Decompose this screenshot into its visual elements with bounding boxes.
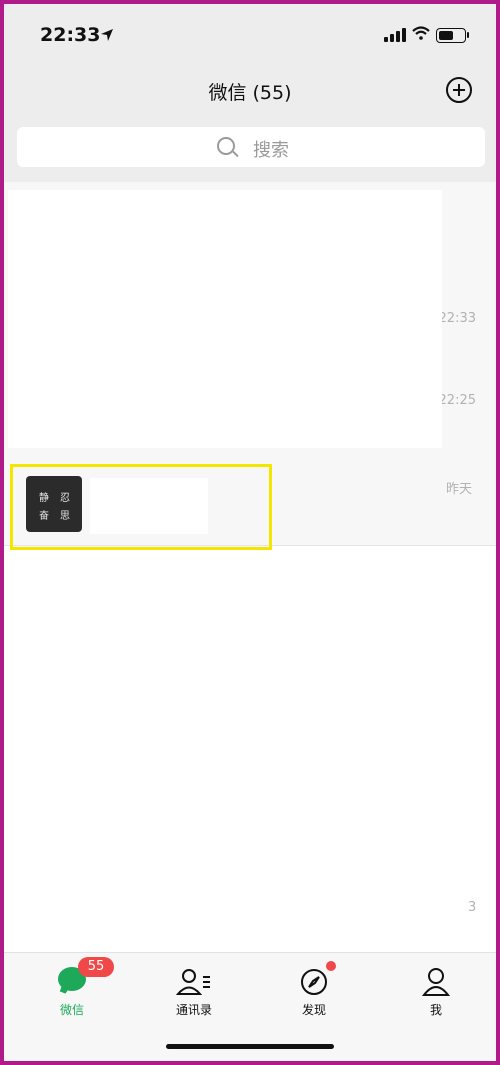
discover-dot	[326, 961, 336, 971]
status-bar: 22:33	[4, 4, 496, 64]
chat-row-time: 3	[468, 900, 477, 915]
search-icon	[217, 137, 235, 155]
battery-tip	[467, 32, 469, 38]
status-time: 22:33	[40, 24, 101, 46]
avatar-char: 奋	[39, 511, 49, 522]
signal-icon	[384, 28, 406, 42]
page-title: 微信 (55)	[208, 82, 292, 104]
home-indicator	[166, 1044, 334, 1049]
add-plus-icon[interactable]	[446, 77, 472, 103]
avatar-char: 思	[60, 511, 70, 522]
tab-label: 微信	[59, 1003, 84, 1017]
location-arrow-icon	[101, 29, 113, 41]
top-navbar: 微信 (55)	[4, 64, 496, 120]
chat-list: 22:33 22:25	[4, 182, 496, 952]
redacted-name	[90, 478, 208, 534]
tab-label: 通讯录	[175, 1003, 212, 1017]
avatar-char: 忍	[60, 493, 70, 504]
chat-row-time: 22:33	[438, 311, 476, 326]
avatar[interactable]: 静 忍 奋 思	[26, 476, 82, 532]
profile-icon	[421, 968, 451, 996]
phone-frame: 22:33 微信 (55) 搜索 22:33 22:25 静 忍 奋 思 昨天 …	[0, 0, 500, 1065]
search-input[interactable]: 搜索	[17, 127, 485, 167]
redacted-block	[8, 190, 442, 448]
battery-icon	[436, 28, 466, 43]
search-area: 搜索	[4, 120, 496, 182]
unread-badge: 55	[78, 957, 114, 977]
chat-row-time: 22:25	[438, 393, 476, 408]
search-placeholder: 搜索	[253, 140, 289, 161]
tab-label: 我	[429, 1003, 442, 1017]
tab-label: 发现	[301, 1003, 326, 1017]
wifi-icon	[412, 26, 430, 40]
compass-icon	[301, 969, 327, 995]
avatar-char: 静	[39, 493, 49, 504]
chat-row-time: 昨天	[446, 482, 473, 497]
contacts-icon	[176, 969, 210, 995]
